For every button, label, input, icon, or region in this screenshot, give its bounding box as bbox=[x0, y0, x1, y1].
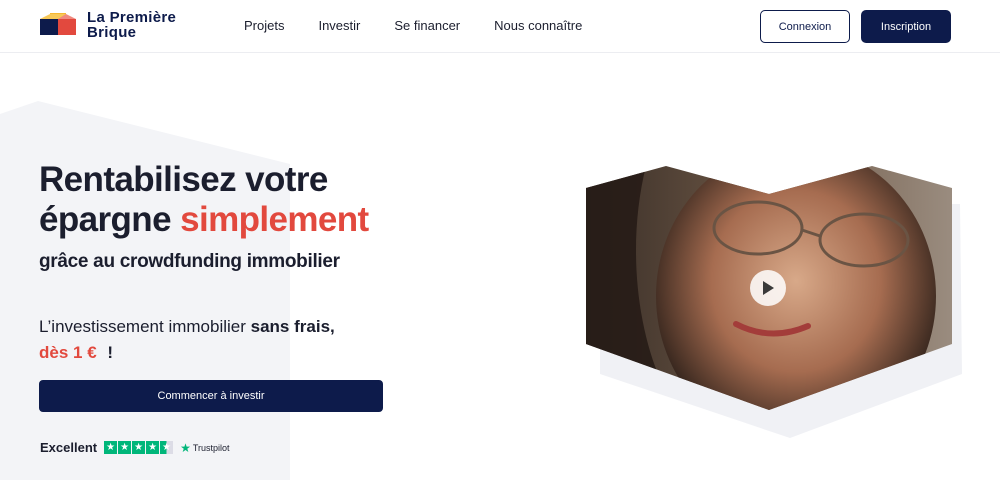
trustpilot-star-icon: ★ bbox=[180, 440, 191, 455]
star-icon: ★ bbox=[146, 441, 160, 454]
hero-subtitle: grâce au crowdfunding immobilier bbox=[39, 251, 340, 272]
site-header: La Première Brique Projets Investir Se f… bbox=[0, 0, 1000, 53]
half-star-icon: ★ bbox=[160, 441, 174, 454]
nav-item-projets[interactable]: Projets bbox=[244, 17, 284, 35]
brand-name-line2: Brique bbox=[87, 24, 137, 41]
trustpilot-brand: Trustpilot bbox=[192, 442, 230, 453]
star-icon: ★ bbox=[132, 441, 146, 454]
main-nav: Projets Investir Se financer Nous connaî… bbox=[244, 17, 616, 35]
tagline-end: ! bbox=[107, 343, 114, 362]
tagline-text: L’investissement immobilier bbox=[39, 317, 246, 336]
nav-item-investir[interactable]: Investir bbox=[318, 17, 360, 35]
hero-title-line1: Rentabilisez votre bbox=[39, 160, 328, 199]
hero-title: Rentabilisez votre épargne simplement bbox=[39, 160, 369, 240]
star-icon: ★ bbox=[118, 441, 132, 454]
brick-logo-icon bbox=[40, 13, 76, 35]
start-investing-button[interactable]: Commencer à investir bbox=[39, 380, 383, 412]
hero-tagline: L’investissement immobilier sans frais, … bbox=[39, 314, 335, 366]
tagline-accent: dès 1 € bbox=[39, 343, 97, 362]
nav-item-se-financer[interactable]: Se financer bbox=[394, 17, 460, 35]
tagline-bold: sans frais, bbox=[250, 317, 335, 336]
trustpilot-rating-label: Excellent bbox=[40, 440, 98, 455]
trustpilot-stars: ★ ★ ★ ★ ★ bbox=[104, 441, 174, 454]
trustpilot-widget[interactable]: Excellent ★ ★ ★ ★ ★ ★ Trustpilot bbox=[40, 440, 230, 455]
login-button[interactable]: Connexion bbox=[760, 10, 850, 43]
signup-button[interactable]: Inscription bbox=[861, 10, 951, 43]
brand-logo[interactable]: La Première Brique bbox=[38, 10, 176, 40]
video-play-button[interactable] bbox=[750, 270, 786, 306]
hero-title-accent: simplement bbox=[180, 200, 369, 239]
hero-title-line2: épargne bbox=[39, 200, 172, 239]
trustpilot-logo: ★ Trustpilot bbox=[180, 441, 229, 455]
star-icon: ★ bbox=[104, 441, 118, 454]
nav-item-nous-connaitre[interactable]: Nous connaître bbox=[494, 17, 582, 35]
play-icon bbox=[763, 281, 774, 295]
brand-name: La Première Brique bbox=[87, 10, 176, 40]
brand-name-line1: La Première bbox=[87, 9, 177, 26]
